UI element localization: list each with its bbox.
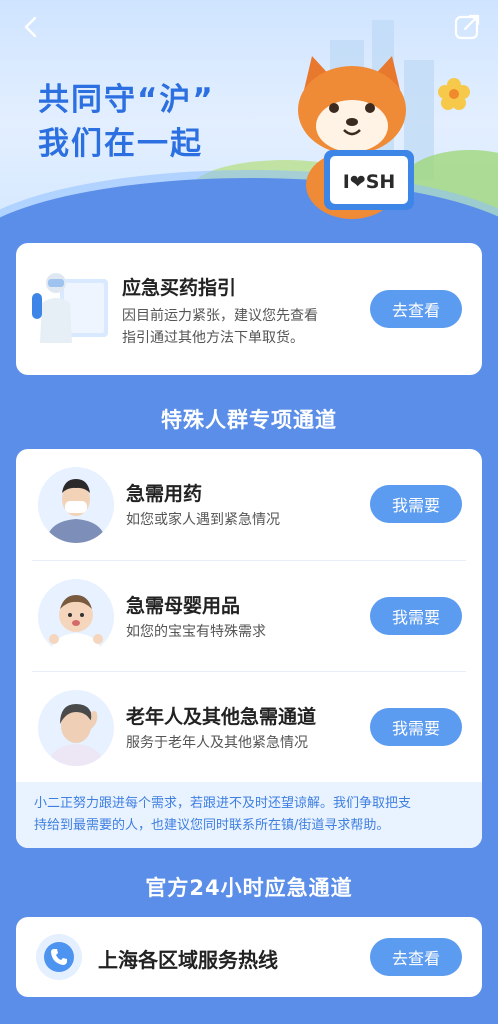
- medicine-guide-title: 应急买药指引: [122, 277, 237, 299]
- phone-icon: [44, 942, 74, 972]
- divider: [32, 560, 466, 561]
- header-banner: 共同守“沪” 我们在一起 I❤SH: [0, 0, 498, 222]
- item-desc: 服务于老年人及其他紧急情况: [126, 735, 308, 751]
- medicine-guide-desc-line2: 指引通过其他方法下单取货。: [122, 330, 304, 346]
- view-hotline-button[interactable]: 去查看: [370, 938, 462, 976]
- note-line2: 持给到最需要的人，也建议您同时联系所在镇/街道寻求帮助。: [34, 818, 390, 833]
- share-button[interactable]: [452, 12, 482, 42]
- elderly-woman-icon: [48, 704, 104, 766]
- medicine-guide-card: 应急买药指引 因目前运力紧张，建议您先查看 指引通过其他方法下单取货。 去查看: [16, 243, 482, 375]
- baby-icon: [49, 595, 103, 655]
- external-link-icon: [454, 14, 480, 40]
- item-title: 急需母婴用品: [126, 595, 241, 617]
- banner-title-line1: 共同守“沪”: [38, 82, 215, 118]
- follow-up-note: 小二正努力跟进每个需求，若跟进不及时还望谅解。我们争取把支 持给到最需要的人，也…: [16, 782, 482, 848]
- hotline-title: 上海各区域服务热线: [98, 948, 278, 972]
- hotline-section-title: 官方24小时应急通道: [145, 876, 353, 900]
- flower-icon: [438, 78, 470, 110]
- avatar-man-mask: [38, 467, 114, 543]
- note-line1: 小二正努力跟进每个需求，若跟进不及时还望谅解。我们争取把支: [34, 796, 412, 811]
- item-desc: 如您或家人遇到紧急情况: [126, 512, 280, 528]
- phone-icon-bg: [36, 934, 82, 980]
- svg-text:I❤SH: I❤SH: [343, 171, 396, 193]
- back-button[interactable]: [16, 12, 46, 42]
- banner-title: 共同守“沪” 我们在一起: [38, 78, 215, 166]
- need-elderly-channel-button[interactable]: 我需要: [370, 708, 462, 746]
- need-medicine-button[interactable]: 我需要: [370, 485, 462, 523]
- masked-man-icon: [46, 479, 106, 543]
- special-channels-card: 急需用药 如您或家人遇到紧急情况 我需要 急需母婴用品 如您的宝宝有特殊需求 我…: [16, 449, 482, 848]
- need-baby-supplies-button[interactable]: 我需要: [370, 597, 462, 635]
- special-section-title: 特殊人群专项通道: [161, 408, 337, 432]
- avatar-elderly: [38, 690, 114, 766]
- item-title: 急需用药: [126, 483, 203, 505]
- medicine-guide-desc: 因目前运力紧张，建议您先查看 指引通过其他方法下单取货。: [122, 305, 318, 349]
- item-desc: 如您的宝宝有特殊需求: [126, 624, 266, 640]
- banner-title-line2: 我们在一起: [38, 126, 203, 162]
- item-title: 老年人及其他急需通道: [126, 706, 317, 728]
- divider: [32, 671, 466, 672]
- shiba-mascot-icon: I❤SH: [298, 56, 414, 219]
- hotline-card: 上海各区域服务热线 去查看: [16, 917, 482, 997]
- avatar-baby: [38, 579, 114, 655]
- chevron-left-icon: [24, 16, 37, 38]
- view-guide-button[interactable]: 去查看: [370, 290, 462, 328]
- medicine-guide-desc-line1: 因目前运力紧张，建议您先查看: [122, 308, 318, 324]
- medical-worker-icon: [32, 273, 108, 343]
